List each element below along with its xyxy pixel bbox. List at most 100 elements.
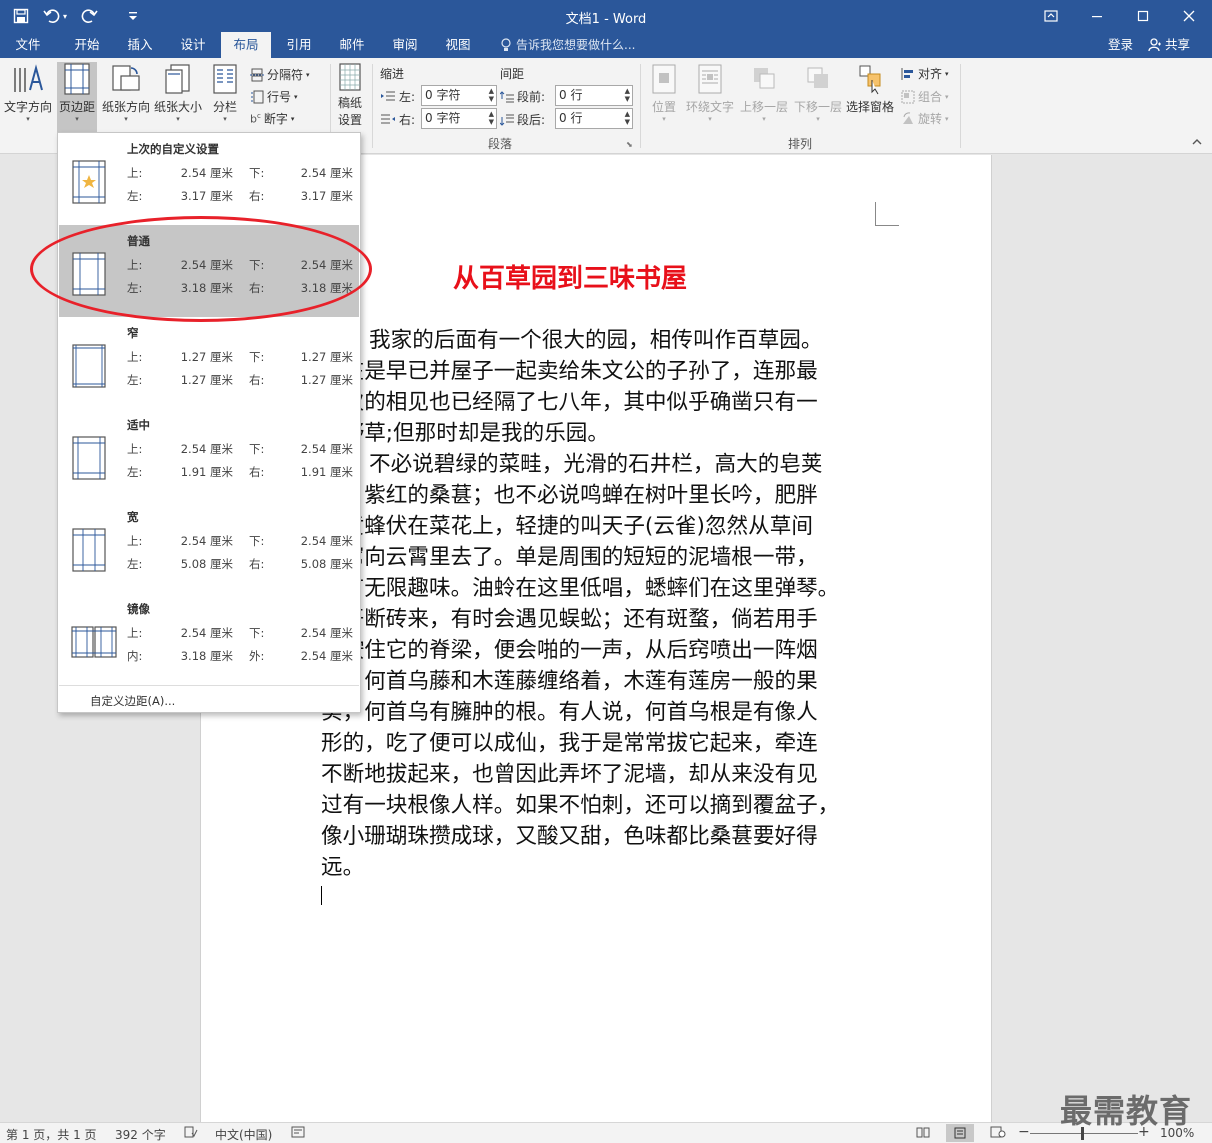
maximize-icon[interactable] <box>1120 0 1166 32</box>
hyphenation-button[interactable]: bc 断字 ▾ <box>250 110 294 127</box>
tab-insert[interactable]: 插入 <box>115 32 165 58</box>
selection-pane-label: 选择窗格 <box>845 100 894 114</box>
indent-right-input[interactable]: 0 字符 ▲ ▼ <box>421 108 497 129</box>
tell-me-box[interactable]: 告诉我您想要做什么... <box>500 32 635 58</box>
wrap-text-button[interactable]: 环绕文字 ▾ <box>684 62 736 130</box>
person-icon <box>1148 38 1161 52</box>
orientation-button[interactable]: 纸张方向 ▾ <box>100 62 152 130</box>
paragraph-line[interactable]: 树，紫红的桑葚；也不必说鸣蝉在树叶里长吟，肥胖 <box>321 480 876 511</box>
size-button[interactable]: 纸张大小 ▾ <box>152 62 204 130</box>
text-direction-button[interactable]: 文字方向 ▾ <box>3 62 53 130</box>
status-bar: 第 1 页，共 1 页 392 个字 中文(中国) − + 100% <box>0 1122 1212 1143</box>
tab-references[interactable]: 引用 <box>274 32 324 58</box>
paragraph-line[interactable]: 不断地拔起来，也曾因此弄坏了泥墙，却从来没有见 <box>321 759 876 790</box>
paragraph-line[interactable]: 就有无限趣味。油蛉在这里低唱，蟋蟀们在这里弹琴。 <box>321 573 876 604</box>
minimize-icon[interactable] <box>1074 0 1120 32</box>
paragraph-line[interactable]: 指按住它的脊梁，便会啪的一声，从后窍喷出一阵烟 <box>321 635 876 666</box>
line-numbers-icon <box>251 90 264 103</box>
macro-icon[interactable] <box>291 1126 305 1141</box>
paragraph-line[interactable]: 现在是早已并屋子一起卖给朱文公的子孙了，连那最 <box>321 356 876 387</box>
indent-heading: 缩进 <box>380 67 405 81</box>
paragraph-line[interactable]: 末次的相见也已经隔了七八年，其中似乎确凿只有一 <box>321 387 876 418</box>
manuscript-label-1: 稿纸 <box>337 96 362 110</box>
margin-option-last-custom[interactable]: 上次的自定义设置 上: 2.54 厘米 下: 2.54 厘米 左: 3.17 厘… <box>59 133 359 225</box>
tab-home[interactable]: 开始 <box>62 32 112 58</box>
custom-margins-link[interactable]: 自定义边距(A)... <box>90 693 175 709</box>
wide-margin-icon <box>72 528 106 572</box>
manuscript-icon <box>339 63 361 91</box>
margins-button[interactable]: 页边距 ▾ <box>57 62 97 134</box>
share-button[interactable]: 共享 <box>1148 32 1190 58</box>
tab-review[interactable]: 审阅 <box>380 32 430 58</box>
position-button[interactable]: 位置 ▾ <box>646 62 682 130</box>
columns-button[interactable]: 分栏 ▾ <box>208 62 242 130</box>
group-objects-button[interactable]: 组合 ▾ <box>901 88 949 105</box>
proofing-icon[interactable] <box>184 1126 198 1141</box>
paragraph-line[interactable]: 形的，吃了便可以成仙，我于是常常拔它起来，牵连 <box>321 728 876 759</box>
paragraph-line[interactable]: 我家的后面有一个很大的园，相传叫作百草园。 <box>321 325 876 356</box>
paragraph-group-label: 段落 <box>488 137 513 151</box>
paragraph-line[interactable]: 些野草;但那时却是我的乐园。 <box>321 418 876 449</box>
tab-view[interactable]: 视图 <box>433 32 483 58</box>
paragraph-line[interactable]: 翻开断砖来，有时会遇见蜈蚣；还有斑蝥，倘若用手 <box>321 604 876 635</box>
document-title[interactable]: 从百草园到三味书屋 <box>453 258 687 295</box>
paragraph-line[interactable]: 远。 <box>321 852 876 883</box>
rotate-button[interactable]: 旋转 ▾ <box>901 110 949 127</box>
zoom-out-icon[interactable]: − <box>1018 1125 1030 1139</box>
ribbon-separator <box>960 64 961 148</box>
tab-design[interactable]: 设计 <box>168 32 218 58</box>
spacing-before-icon <box>500 90 514 102</box>
bring-forward-icon <box>754 68 775 89</box>
paragraph-line[interactable]: 实，何首乌有臃肿的根。有人说，何首乌根是有像人 <box>321 697 876 728</box>
paragraph-line[interactable]: 过有一块根像人样。如果不怕刺，还可以摘到覆盆子， <box>321 790 876 821</box>
selection-pane-button[interactable]: 选择窗格 <box>845 62 895 130</box>
read-mode-icon[interactable] <box>916 1126 930 1141</box>
selection-pane-icon <box>859 65 881 95</box>
breaks-button[interactable]: 分隔符 ▾ <box>250 66 310 83</box>
align-button[interactable]: 对齐 ▾ <box>901 65 949 82</box>
indent-right-icon <box>381 114 395 123</box>
close-icon[interactable] <box>1166 0 1212 32</box>
zoom-slider[interactable] <box>1030 1133 1138 1134</box>
word-count[interactable]: 392 个字 <box>115 1126 166 1143</box>
tab-layout[interactable]: 布局 <box>221 32 271 58</box>
collapse-ribbon-icon[interactable] <box>1192 138 1202 146</box>
tab-mailings[interactable]: 邮件 <box>327 32 377 58</box>
manuscript-settings-button[interactable]: 稿纸 设置 <box>333 62 367 134</box>
paragraph-line[interactable]: 的黄蜂伏在菜花上，轻捷的叫天子(云雀)忽然从草间 <box>321 511 876 542</box>
watermark-text: 最需教育 <box>1060 1092 1193 1130</box>
group-objects-icon <box>901 90 915 103</box>
spacing-before-input[interactable]: 0 行 ▲ ▼ <box>555 85 633 106</box>
spacing-after-input[interactable]: 0 行 ▲ ▼ <box>555 108 633 129</box>
hyphenation-icon: bc <box>250 111 261 126</box>
margin-option-mirrored[interactable]: 镜像 上: 2.54 厘米 下: 2.54 厘米 内: 3.18 厘米 外: 2… <box>59 593 359 685</box>
login-link[interactable]: 登录 <box>1108 32 1133 58</box>
page-count[interactable]: 第 1 页，共 1 页 <box>6 1126 97 1143</box>
hyphenation-label: 断字 <box>263 112 288 126</box>
margin-option-wide[interactable]: 宽 上: 2.54 厘米 下: 2.54 厘米 左: 5.08 厘米 右: 5.… <box>59 501 359 593</box>
ribbon-display-options-icon[interactable] <box>1028 0 1074 32</box>
orientation-icon <box>112 65 140 91</box>
language-indicator[interactable]: 中文(中国) <box>215 1126 272 1143</box>
position-label: 位置 <box>651 100 676 114</box>
print-layout-icon[interactable] <box>946 1124 974 1142</box>
indent-left-input[interactable]: 0 字符 ▲ ▼ <box>421 85 497 106</box>
margin-option-narrow[interactable]: 窄 上: 1.27 厘米 下: 1.27 厘米 左: 1.27 厘米 右: 1.… <box>59 317 359 409</box>
spacing-heading: 间距 <box>500 67 525 81</box>
last-custom-margin-icon <box>72 160 106 204</box>
paragraph-line[interactable]: 直窜向云霄里去了。单是周围的短短的泥墙根一带， <box>321 542 876 573</box>
wrap-text-icon <box>698 64 722 94</box>
paragraph-line[interactable]: 不必说碧绿的菜畦，光滑的石井栏，高大的皂荚 <box>321 449 876 480</box>
indent-right-label: 右: <box>380 111 415 128</box>
position-icon <box>652 64 676 94</box>
send-backward-button[interactable]: 下移一层 ▾ <box>792 62 844 130</box>
web-layout-icon[interactable] <box>990 1126 1006 1141</box>
paragraph-line[interactable]: 像小珊瑚珠攒成球，又酸又甜，色味都比桑葚要好得 <box>321 821 876 852</box>
paragraph-dialog-launcher-icon[interactable]: ⬊ <box>626 140 633 149</box>
line-numbers-button[interactable]: 行号 ▾ <box>250 88 298 105</box>
paragraph-line[interactable]: 雾。何首乌藤和木莲藤缠络着，木莲有莲房一般的果 <box>321 666 876 697</box>
tab-file[interactable]: 文件 <box>6 32 50 58</box>
margin-option-moderate[interactable]: 适中 上: 2.54 厘米 下: 2.54 厘米 左: 1.91 厘米 右: 1… <box>59 409 359 501</box>
bring-forward-button[interactable]: 上移一层 ▾ <box>738 62 790 130</box>
bring-forward-label: 上移一层 <box>739 100 788 114</box>
